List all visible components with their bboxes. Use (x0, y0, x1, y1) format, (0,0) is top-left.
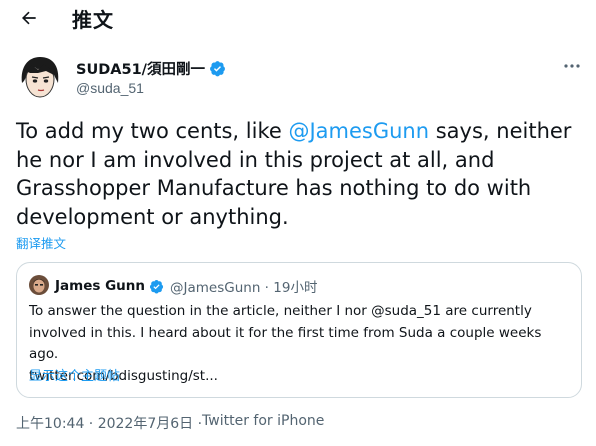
back-button[interactable] (14, 3, 44, 33)
tweet-text-part1: To add my two cents, like (16, 119, 289, 143)
quote-header: James Gunn @JamesGunn · 19小时 (55, 276, 317, 296)
tweet-source[interactable]: Twitter for iPhone (202, 413, 324, 433)
quoted-tweet[interactable]: James Gunn @JamesGunn · 19小时 To answer t… (16, 262, 582, 398)
quote-text-line1: To answer the question in the article, n… (29, 303, 532, 319)
avatar[interactable] (16, 53, 64, 101)
author-handle[interactable]: @suda_51 (76, 80, 144, 96)
quote-avatar[interactable] (29, 275, 49, 295)
quote-author-name[interactable]: James Gunn (55, 278, 145, 294)
quote-verified-badge-icon (149, 279, 164, 294)
tweet-timestamp: 上午10:44 · 2022年7月6日 · Twitter for iPhone (16, 413, 324, 433)
tweet-text: To add my two cents, like @JamesGunn say… (16, 117, 582, 231)
top-bar: 推文 (0, 0, 596, 36)
more-horizontal-icon (564, 64, 580, 68)
quote-handle-time: @JamesGunn · 19小时 (170, 280, 318, 296)
verified-badge-icon (209, 60, 226, 77)
author-name-text: SUDA51/須田剛一 (76, 62, 205, 78)
quote-text-line2: involved in this. I heard about it for t… (29, 324, 542, 363)
more-options-button[interactable] (560, 56, 584, 76)
translate-tweet-link[interactable]: 翻译推文 (16, 233, 66, 252)
mention-link[interactable]: @JamesGunn (288, 119, 429, 143)
page-title: 推文 (72, 8, 114, 32)
author-name[interactable]: SUDA51/須田剛一 (76, 58, 226, 79)
tweet-time[interactable]: 上午10:44 · 2022年7月6日 · (16, 413, 202, 433)
arrow-left-icon (22, 11, 36, 25)
show-thread-link[interactable]: 显示这个主题帖 (29, 365, 120, 384)
